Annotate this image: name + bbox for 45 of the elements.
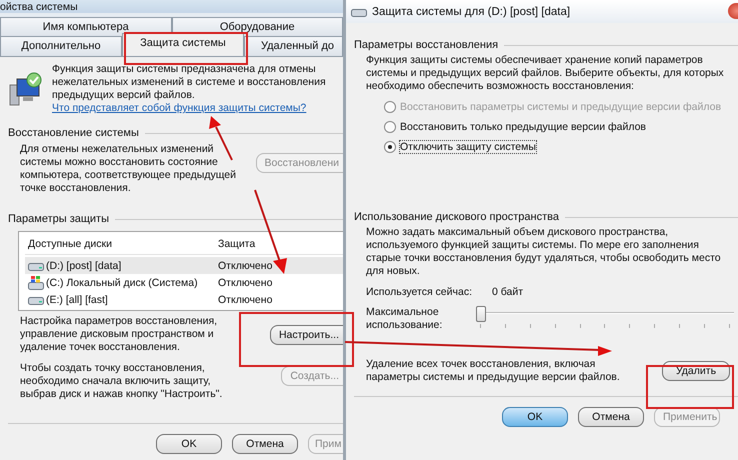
tab[interactable]: Дополнительно xyxy=(0,36,122,56)
drive-icon xyxy=(351,6,367,17)
radio-option[interactable]: Восстановить только предыдущие версии файлов xyxy=(384,121,738,133)
section-heading: Параметры защиты xyxy=(8,213,109,225)
column-header[interactable]: Доступные диски xyxy=(25,238,218,250)
protection-status: Отключено xyxy=(218,276,274,288)
drive-name: (C:) Локальный диск (Система) xyxy=(46,276,198,288)
delete-button[interactable]: Удалить xyxy=(662,361,730,381)
radio-option[interactable]: Отключить защиту системы xyxy=(384,141,738,153)
configure-button[interactable]: Настроить... xyxy=(270,325,343,345)
section-heading: Восстановление системы xyxy=(8,127,139,139)
description-text: Функция защиты системы обеспечивает хранение копий параметров системы и предыдущих версий файлов. Выберите объекты, для которых необходимо обеспечить возможность восстановления: xyxy=(365,54,725,93)
slider-label: Максимальное использование: xyxy=(366,306,444,332)
drive-name: (E:) [all] [fast] xyxy=(46,294,108,306)
description-text: Настройка параметров восстановления, управление дисковым пространством и удаление точек восстановления. xyxy=(20,315,218,354)
drive-icon xyxy=(28,294,44,305)
tab[interactable]: Защита системы xyxy=(122,33,244,56)
computer-shield-icon xyxy=(8,71,42,107)
window-title: Защита системы для (D:) [post] [data] xyxy=(372,6,570,18)
tab[interactable]: Удаленный до xyxy=(244,36,343,56)
column-header[interactable]: Защита xyxy=(218,238,343,250)
drive-name: (D:) [post] [data] xyxy=(46,260,122,272)
dialog-button[interactable]: Отмена xyxy=(578,407,644,427)
table-row[interactable]: (D:) [post] [data] Отключено xyxy=(25,257,343,274)
description-text: Для отмены нежелательных изменений системы можно восстановить состояние компьютера, соответствующее предыдущей точке восстановления. xyxy=(20,143,237,195)
window-title: ойства системы xyxy=(0,0,78,12)
usage-label: Используется сейчас: xyxy=(366,286,472,298)
description-text: Чтобы создать точку восстановления, необходимо сначала включить защиту, выбрав диск и нажав кнопку "Настроить". xyxy=(20,362,224,401)
table-row[interactable]: (C:) Локальный диск (Система) Отключено xyxy=(25,274,343,291)
protection-status: Отключено xyxy=(218,294,274,306)
table-row[interactable]: (E:) [all] [fast] Отключено xyxy=(25,291,343,308)
protection-status: Отключено xyxy=(218,260,274,272)
drive-icon xyxy=(28,260,44,271)
dialog-button[interactable]: OK xyxy=(156,434,222,454)
section-heading: Параметры восстановления xyxy=(354,39,498,51)
description-text: Удаление всех точек восстановления, включая параметры системы и предыдущие версии файлов. xyxy=(366,358,621,384)
system-drive-icon xyxy=(28,276,44,290)
usage-value: 0 байт xyxy=(492,286,524,298)
description-text: Функция защиты системы предназначена для отмены нежелательных изменений в системе и восстановления предыдущих версий файлов. Что представляет собой функция защиты системы? xyxy=(52,63,327,115)
dialog-button[interactable]: OK xyxy=(502,407,568,427)
slider-thumb[interactable] xyxy=(476,306,486,322)
dialog-button[interactable]: Отмена xyxy=(232,434,298,454)
description-text: Можно задать максимальный объем дискового пространства, используемого функцией защиты системы. По мере его заполнения старые точки восстановления будут удаляться, чтобы освободить место для новых. xyxy=(365,226,722,278)
help-link[interactable]: Что представляет собой функция защиты системы? xyxy=(52,102,306,114)
section-heading: Использование дискового пространства xyxy=(354,211,559,223)
